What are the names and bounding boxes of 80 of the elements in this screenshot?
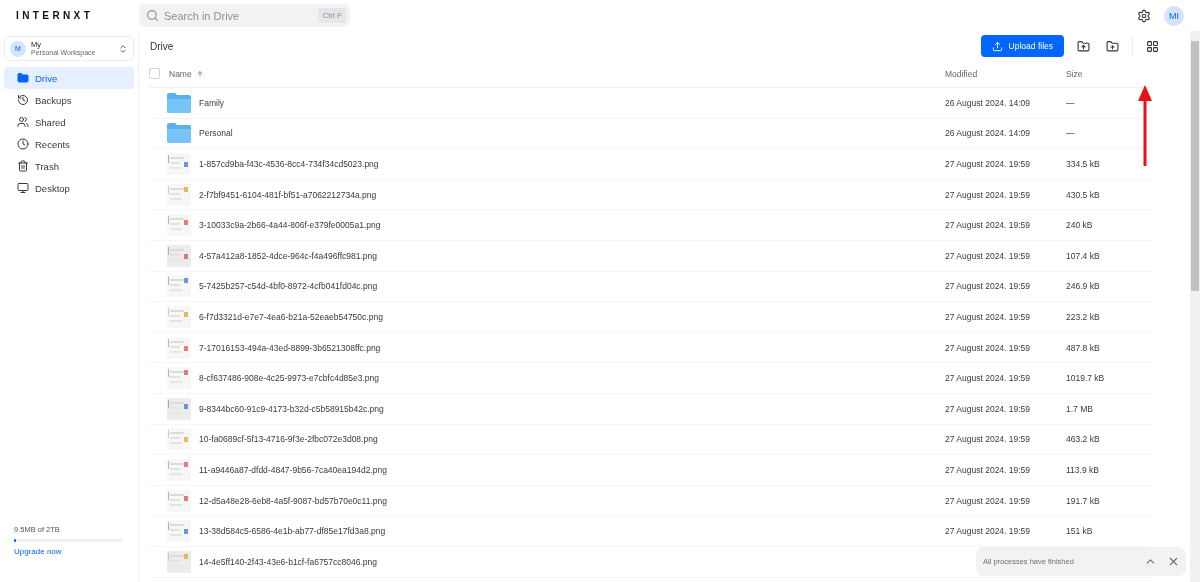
file-name[interactable]: 2-f7bf9451-6104-481f-bf51-a7062212734a.png xyxy=(199,189,377,200)
folder-upload-icon xyxy=(1077,39,1090,53)
sidebar-item[interactable]: Trash xyxy=(4,155,134,177)
file-name[interactable]: 9-8344bc60-91c9-4173-b32d-c5b58915b42c.png xyxy=(199,403,384,414)
modified-cell-text: 27 August 2024. 19:59 xyxy=(945,220,1032,231)
folder-icon xyxy=(17,72,29,84)
size-cell-text: 1.7 MB xyxy=(1066,403,1094,414)
file-name[interactable]: 11-a9446a87-dfdd-4847-9b56-7ca40ea194d2.png xyxy=(199,464,387,475)
chevrons-icon xyxy=(118,43,128,54)
modified-cell-text: 26 August 2024. 14:09 xyxy=(945,128,1032,139)
trash-icon xyxy=(17,160,29,172)
column-header[interactable]: Modified xyxy=(945,68,1066,79)
settings-icon[interactable] xyxy=(1137,8,1151,23)
size-cell-text: 463.2 kB xyxy=(1066,434,1101,445)
size-cell-text: 487.8 kB xyxy=(1066,342,1101,353)
modified-cell-text: 27 August 2024. 19:59 xyxy=(945,250,1032,261)
size-cell-text: 107.4 kB xyxy=(1066,250,1101,261)
modified-cell-text: 27 August 2024. 19:59 xyxy=(945,403,1032,414)
breadcrumb[interactable]: Drive xyxy=(150,40,174,52)
column-header[interactable]: Name xyxy=(169,68,945,79)
file-name[interactable]: 7-17016153-494a-43ed-8899-3b6521308ffc.png xyxy=(199,342,381,353)
file-name[interactable]: 12-d5a48e28-6eb8-4a5f-9087-bd57b70e0c11.png xyxy=(199,495,387,506)
size-cell-text: 334.5 kB xyxy=(1066,159,1101,169)
history-icon xyxy=(17,94,29,106)
modified-cell-text: 27 August 2024. 19:59 xyxy=(945,526,1032,537)
shortcut-hint: Ctrl F xyxy=(318,8,346,23)
search-icon xyxy=(146,9,159,22)
modified-cell-text: 27 August 2024. 19:59 xyxy=(945,281,1032,292)
file-name[interactable]: 8-cf637486-908e-4c25-9973-e7cbfc4d85e3.png xyxy=(199,373,380,384)
monitor-icon xyxy=(17,182,29,194)
modified-cell-text: 26 August 2024. 14:09 xyxy=(945,97,1032,108)
modified-cell-text: 27 August 2024. 19:59 xyxy=(945,495,1032,506)
size-cell-text: 151 kB xyxy=(1066,526,1094,537)
size-cell-text: 246.9 kB xyxy=(1066,281,1101,292)
upload-icon xyxy=(991,40,1003,52)
modified-cell-text: 27 August 2024. 19:59 xyxy=(945,373,1032,384)
file-name[interactable]: 1-857cd9ba-f43c-4536-8cc4-734f34cd5023.png xyxy=(199,159,379,169)
clock-icon xyxy=(17,138,29,150)
size-cell-text: 113.9 kB xyxy=(1066,464,1100,475)
size-cell-text: 191.7 kB xyxy=(1066,495,1101,506)
file-name[interactable]: 5-7425b257-c54d-4bf0-8972-4cfb041fd04c.png xyxy=(199,281,378,292)
modified-cell-text: 27 August 2024. 19:59 xyxy=(945,159,1032,169)
modified-cell-text: 27 August 2024. 19:59 xyxy=(945,342,1032,353)
file-name[interactable]: 13-38d584c5-6586-4e1b-ab77-df85e17fd3a8.png xyxy=(199,526,386,537)
sidebar-item[interactable]: Shared xyxy=(4,111,134,133)
sidebar-item[interactable]: Backups xyxy=(4,89,134,111)
scrollbar[interactable] xyxy=(1190,31,1200,582)
file-name[interactable]: 14-4e5ff140-2f43-43e6-b1cf-fa6757cc8046.png xyxy=(199,556,377,567)
users-icon xyxy=(17,116,29,128)
file-name[interactable]: Family xyxy=(199,97,225,108)
file-name[interactable]: 6-f7d3321d-e7e7-4ea6-b21a-52eaeb54750c.png xyxy=(199,311,383,322)
folder-icon xyxy=(167,123,191,144)
size-cell-text: 223.2 kB xyxy=(1066,311,1101,322)
file-name[interactable]: 4-57a412a8-1852-4dce-964c-f4a496ffc981.png xyxy=(199,250,377,261)
size-cell-text: 240 kB xyxy=(1066,220,1094,231)
column-header[interactable]: Size xyxy=(1066,68,1151,79)
file-name[interactable]: Personal xyxy=(199,128,233,139)
sidebar-item[interactable]: Drive xyxy=(4,67,134,89)
sidebar-item[interactable]: Desktop xyxy=(4,177,134,199)
size-cell-text: 430.5 kB xyxy=(1066,189,1101,200)
folder-plus-icon xyxy=(1106,39,1119,53)
folder-icon xyxy=(167,92,191,113)
sort-arrow-icon xyxy=(195,69,204,78)
user-avatar[interactable]: MI xyxy=(1164,5,1184,26)
select-all-checkbox[interactable] xyxy=(149,68,160,79)
upgrade-link[interactable]: Upgrade now xyxy=(14,547,124,556)
size-cell-text: — xyxy=(1066,128,1076,139)
modified-cell-text: 27 August 2024. 19:59 xyxy=(945,311,1032,322)
modified-cell-text: 27 August 2024. 19:59 xyxy=(945,434,1032,445)
upload-button[interactable]: Upload files xyxy=(980,35,1064,57)
sidebar-item[interactable]: Recents xyxy=(4,133,134,155)
size-cell-text: 1019.7 kB xyxy=(1066,373,1106,384)
file-name[interactable]: 3-10033c9a-2b66-4a44-806f-e379fe0005a1.png xyxy=(199,220,381,231)
modified-cell-text: 27 August 2024. 19:59 xyxy=(945,464,1032,475)
grid-icon xyxy=(1146,39,1159,53)
close-icon[interactable] xyxy=(1167,555,1180,568)
size-cell-text: — xyxy=(1066,97,1076,108)
logo: INTERNXT xyxy=(16,10,95,21)
file-name[interactable]: 10-fa0689cf-5f13-4716-9f3e-2fbc072e3d08.png xyxy=(199,434,378,445)
modified-cell-text: 27 August 2024. 19:59 xyxy=(945,189,1032,200)
